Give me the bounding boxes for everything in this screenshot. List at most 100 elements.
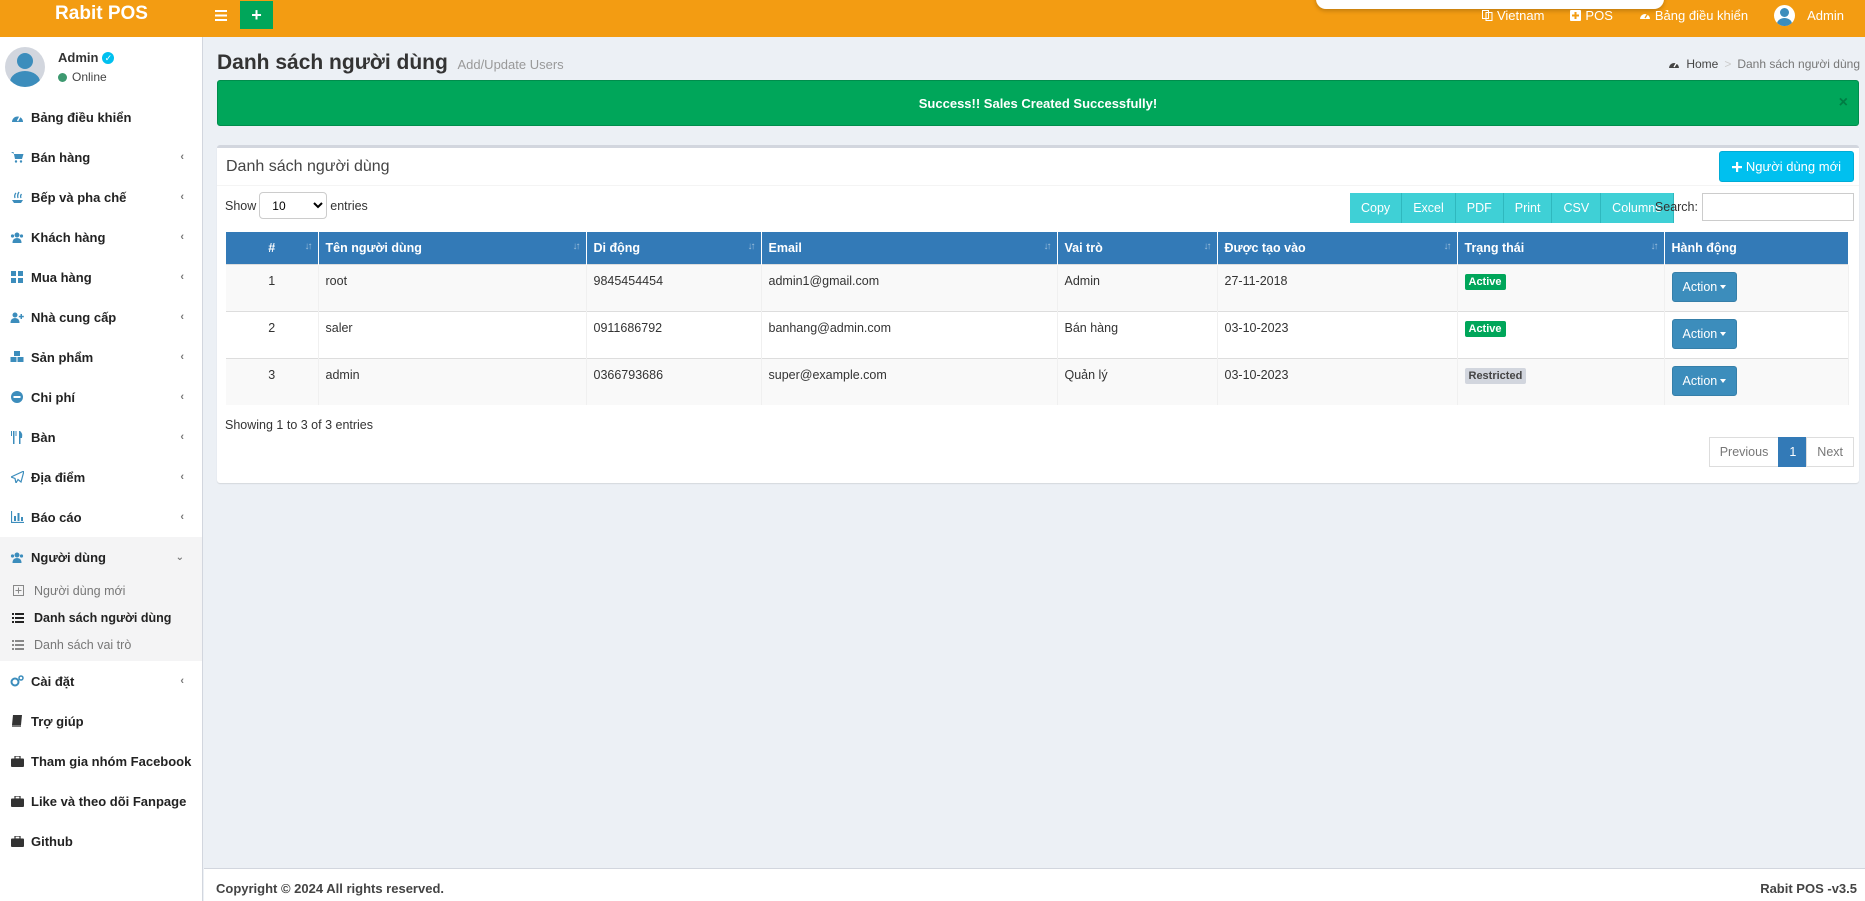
sidebar-item-label: Github — [31, 833, 73, 849]
sidebar: Admin ✓ Online Bảng điều khiển Bán hàng … — [0, 37, 203, 901]
avatar — [5, 47, 45, 87]
chevron-left-icon: ‹ — [180, 231, 184, 243]
cubes-icon — [10, 350, 24, 364]
sidebar-item-products[interactable]: Sản phẩm ‹ — [0, 337, 202, 377]
users-icon — [10, 230, 24, 244]
sidebar-item-suppliers[interactable]: Nhà cung cấp ‹ — [0, 297, 202, 337]
sidebar-item-sales[interactable]: Bán hàng ‹ — [0, 137, 202, 177]
sidebar-item-facebook-group[interactable]: Tham gia nhóm Facebook — [0, 741, 202, 781]
chevron-down-icon: ⌄ — [175, 551, 184, 563]
cell-email: admin1@gmail.com — [761, 263, 1058, 311]
csv-button[interactable]: CSV — [1552, 193, 1602, 223]
sidebar-item-customers[interactable]: Khách hàng ‹ — [0, 217, 202, 257]
sidebar-item-tables[interactable]: Bàn ‹ — [0, 417, 202, 457]
briefcase-icon — [10, 754, 24, 768]
add-user-button[interactable]: Người dùng mới — [1718, 151, 1854, 182]
action-dropdown-button[interactable]: Action — [1671, 318, 1738, 349]
breadcrumb-current: Danh sách người dùng — [1737, 57, 1860, 71]
entries-select[interactable]: 10 — [259, 192, 328, 219]
column-header-email[interactable]: Email ↓↑ — [761, 232, 1058, 264]
breadcrumb-home[interactable]: Home — [1686, 57, 1718, 71]
users-box: Danh sách người dùng Người dùng mới Show… — [217, 145, 1859, 483]
sidebar-item-label: Khách hàng — [31, 229, 106, 245]
page-button[interactable]: 1 — [1778, 437, 1808, 467]
search-input[interactable] — [1702, 193, 1854, 221]
submenu-item-role-list[interactable]: Danh sách vai trò — [0, 631, 202, 658]
sidebar-item-users[interactable]: Người dùng ⌄ — [0, 537, 202, 577]
cell-mobile: 9845454454 — [586, 263, 762, 311]
paper-plane-icon — [10, 470, 24, 484]
search-label: Search: — [1654, 200, 1698, 214]
close-icon[interactable]: × — [1839, 94, 1848, 112]
chevron-left-icon: ‹ — [180, 431, 184, 443]
sidebar-item-expenses[interactable]: Chi phí ‹ — [0, 377, 202, 417]
column-header-created[interactable]: Được tạo vào ↓↑ — [1217, 232, 1458, 264]
submenu-item-user-list[interactable]: Danh sách người dùng — [0, 604, 202, 631]
next-page-button[interactable]: Next — [1806, 437, 1854, 467]
column-header-mobile[interactable]: Di động ↓↑ — [586, 232, 762, 264]
chevron-left-icon: ‹ — [180, 391, 184, 403]
sidebar-item-label: Người dùng — [31, 549, 106, 565]
briefcase-icon — [10, 794, 24, 808]
user-menu[interactable]: Admin — [1761, 4, 1857, 26]
sidebar-item-locations[interactable]: Địa điểm ‹ — [0, 457, 202, 497]
quick-add-button[interactable]: + — [240, 1, 273, 29]
sidebar-item-purchases[interactable]: Mua hàng ‹ — [0, 257, 202, 297]
sidebar-item-kitchen[interactable]: Bếp và pha chế ‹ — [0, 177, 202, 217]
cell-created: 03-10-2023 — [1217, 357, 1458, 405]
sidebar-item-label: Bàn — [31, 429, 56, 445]
plus-icon — [1731, 161, 1742, 172]
sidebar-item-dashboard[interactable]: Bảng điều khiển — [0, 97, 202, 137]
sidebar-item-github[interactable]: Github — [0, 821, 202, 861]
sidebar-item-reports[interactable]: Báo cáo ‹ — [0, 497, 202, 537]
sidebar-item-fanpage[interactable]: Like và theo dõi Fanpage — [0, 781, 202, 821]
submenu-item-label: Danh sách vai trò — [34, 637, 132, 652]
dashboard-icon — [1639, 13, 1650, 19]
show-entries: Show 10 entries — [225, 192, 368, 219]
sidebar-username: Admin ✓ — [58, 50, 115, 65]
cell-role: Quản lý — [1057, 357, 1218, 405]
grid-icon — [10, 270, 24, 284]
sidebar-item-help[interactable]: Trợ giúp — [0, 701, 202, 741]
print-button[interactable]: Print — [1503, 193, 1553, 223]
column-header-label: # — [268, 240, 276, 255]
table-row: 1 root 9845454454 admin1@gmail.com Admin… — [226, 263, 1849, 311]
add-user-label: Người dùng mới — [1745, 159, 1841, 174]
column-header-label: Tên người dùng — [325, 240, 422, 255]
action-dropdown-button[interactable]: Action — [1671, 365, 1738, 396]
submenu-item-label: Người dùng mới — [34, 583, 126, 598]
column-header-status[interactable]: Trạng thái ↓↑ — [1457, 232, 1665, 264]
pos-link[interactable]: POS — [1557, 8, 1625, 23]
column-header-role[interactable]: Vai trò ↓↑ — [1057, 232, 1218, 264]
excel-button[interactable]: Excel — [1402, 193, 1456, 223]
cell-action: Action — [1664, 310, 1849, 358]
action-dropdown-button[interactable]: Action — [1671, 271, 1738, 302]
sort-icon: ↓↑ — [304, 241, 313, 252]
sidebar-item-label: Cài đặt — [31, 673, 75, 689]
book-icon — [10, 714, 24, 728]
column-header-username[interactable]: Tên người dùng ↓↑ — [318, 232, 587, 264]
app-logo[interactable]: Rabit POS — [0, 0, 203, 30]
pdf-button[interactable]: PDF — [1455, 193, 1504, 223]
language-selector[interactable]: Vietnam — [1469, 8, 1557, 23]
cutlery-icon — [10, 430, 24, 444]
previous-page-button[interactable]: Previous — [1708, 437, 1780, 467]
online-dot-icon — [58, 72, 67, 82]
menu-toggle-button[interactable] — [207, 1, 235, 29]
dashboard-icon — [1669, 62, 1680, 68]
box-header: Danh sách người dùng Người dùng mới — [217, 148, 1859, 186]
sort-icon: ↓↑ — [1650, 241, 1659, 252]
sort-icon: ↓↑ — [1203, 241, 1212, 252]
sidebar-item-settings[interactable]: Cài đặt ‹ — [0, 661, 202, 701]
entries-label: entries — [330, 198, 368, 213]
chevron-left-icon: ‹ — [180, 271, 184, 283]
submenu-item-new-user[interactable]: Người dùng mới — [0, 577, 202, 604]
sidebar-item-label: Bán hàng — [31, 149, 91, 165]
dashboard-icon — [10, 110, 24, 124]
dashboard-link[interactable]: Bảng điều khiển — [1626, 8, 1761, 23]
cell-created: 27-11-2018 — [1217, 263, 1458, 311]
page-title: Danh sách người dùng — [217, 51, 448, 74]
footer: Copyright © 2024 All rights reserved. Ra… — [204, 868, 1865, 901]
copy-button[interactable]: Copy — [1350, 193, 1403, 223]
column-header-number[interactable]: # ↓↑ — [226, 232, 319, 264]
